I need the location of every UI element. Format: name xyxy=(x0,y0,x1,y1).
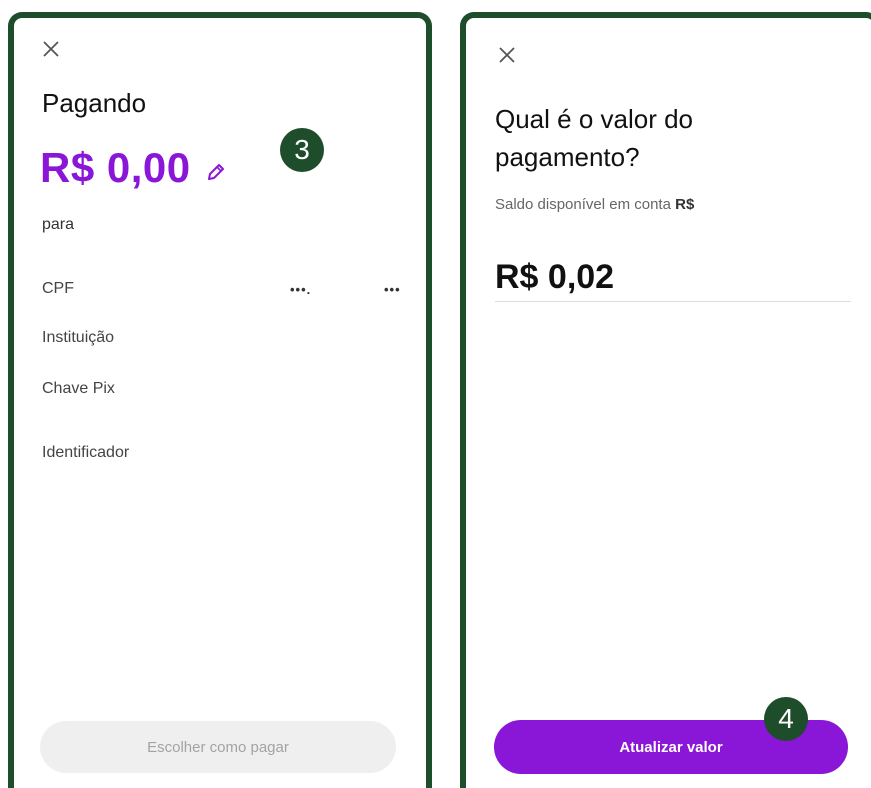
payment-screen-left: Pagando R$ 0,00 3 para CPF •••. ••• Inst… xyxy=(8,12,432,788)
page-title: Pagando xyxy=(42,88,147,118)
cpf-label: CPF xyxy=(42,280,74,297)
payment-value-input[interactable] xyxy=(495,254,851,302)
recipient-label: para xyxy=(42,216,75,233)
payment-value-screen-right: Qual é o valor do pagamento? Saldo dispo… xyxy=(460,12,871,788)
payment-amount: R$ 0,00 xyxy=(40,144,191,191)
balance-currency: R$ xyxy=(675,196,695,213)
identifier-label: Identificador xyxy=(42,444,130,461)
close-icon[interactable] xyxy=(42,40,60,58)
institution-label: Instituição xyxy=(42,329,115,346)
available-balance-text: Saldo disponível em conta R$ xyxy=(495,196,694,213)
step-badge-4: 4 xyxy=(764,697,808,741)
amount-row: R$ 0,00 xyxy=(40,144,227,192)
pix-key-label: Chave Pix xyxy=(42,380,115,397)
cpf-masked-end: ••• xyxy=(384,282,401,297)
value-question-heading: Qual é o valor do pagamento? xyxy=(495,104,694,172)
close-icon[interactable] xyxy=(498,46,516,64)
cpf-masked-part: •••. xyxy=(290,282,312,297)
pencil-icon[interactable] xyxy=(205,161,227,183)
step-badge-3: 3 xyxy=(280,128,324,172)
choose-payment-button[interactable]: Escolher como pagar xyxy=(40,721,396,773)
balance-label: Saldo disponível em conta xyxy=(495,196,671,213)
